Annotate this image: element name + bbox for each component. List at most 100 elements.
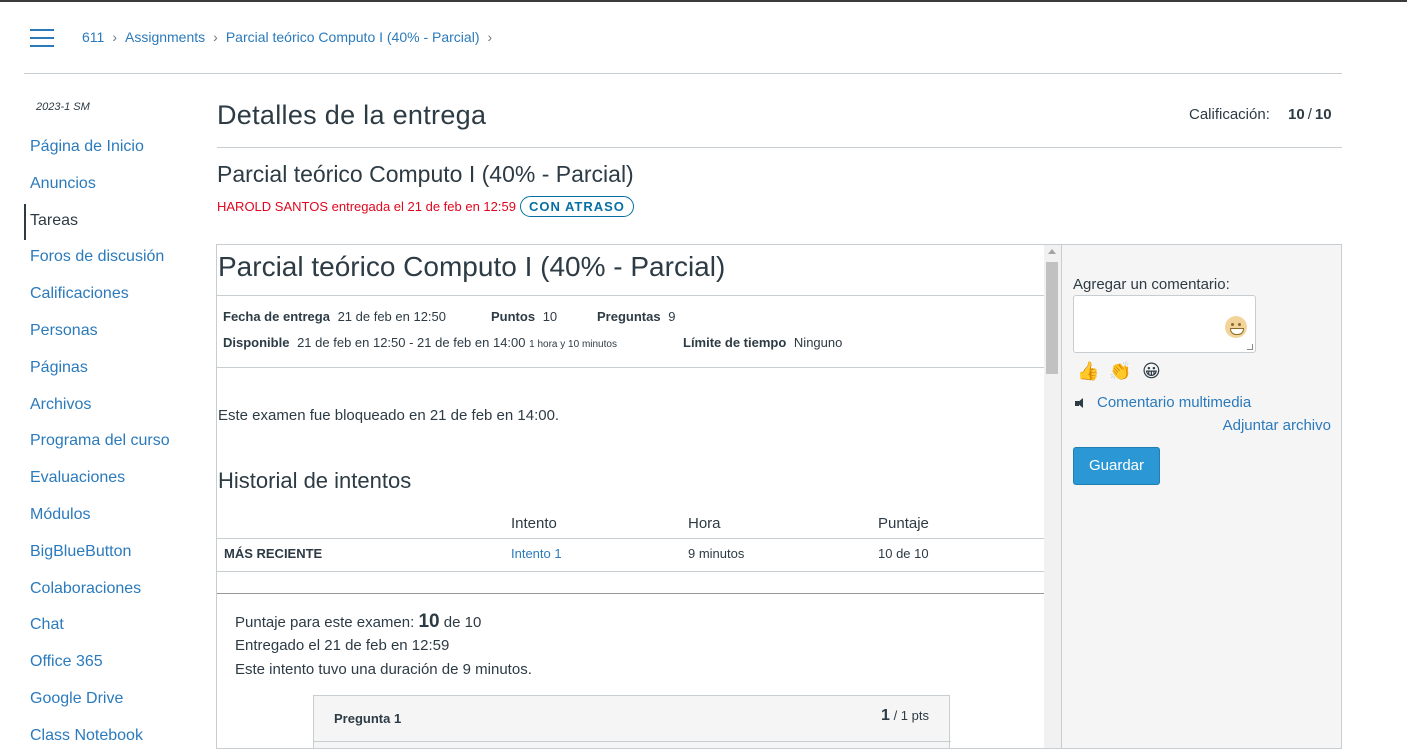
grade-label: Calificación: (1189, 106, 1270, 123)
points-label: Puntos (491, 309, 536, 324)
nav-item-modules[interactable]: Módulos (24, 498, 170, 535)
nav-item-assignments[interactable]: Tareas (24, 203, 170, 241)
time-limit-label: Límite de tiempo (683, 335, 787, 350)
save-button[interactable]: Guardar (1073, 447, 1160, 485)
row-latest-label: MÁS RECIENTE (224, 546, 323, 561)
breadcrumb-assignment[interactable]: Parcial teórico Computo I (40% - Parcial… (226, 29, 480, 45)
nav-item-discussions[interactable]: Foros de discusión (24, 240, 170, 277)
chevron-right-icon: › (112, 29, 117, 45)
chevron-right-icon: › (213, 29, 218, 45)
locked-notice: Este examen fue bloqueado en 21 de feb e… (218, 407, 560, 424)
history-title: Historial de intentos (218, 468, 412, 493)
duration-line: Este intento tuvo una duración de 9 minu… (235, 661, 532, 678)
chevron-right-icon: › (487, 29, 493, 45)
table-divider (217, 571, 1045, 572)
course-nav: Página de Inicio Anuncios Tareas Foros d… (24, 130, 170, 756)
quiz-points: Puntos 10 (491, 309, 557, 324)
emoji-picker-icon[interactable] (1225, 316, 1247, 338)
quiz-frame: Parcial teórico Computo I (40% - Parcial… (216, 244, 1062, 749)
comment-panel: Agregar un comentario: 👍 👏 😀 Comentario … (1061, 244, 1342, 749)
attempt-score: 10 de 10 (878, 546, 929, 561)
scroll-thumb[interactable] (1046, 262, 1058, 374)
nav-item-home[interactable]: Página de Inicio (24, 130, 170, 167)
comment-label: Agregar un comentario: (1073, 276, 1230, 293)
question-points-total: / 1 pts (893, 708, 929, 723)
nav-item-syllabus[interactable]: Programa del curso (24, 424, 170, 461)
question-name: Pregunta 1 (334, 711, 402, 726)
scroll-up-arrow-icon[interactable] (1048, 249, 1056, 254)
nav-item-people[interactable]: Personas (24, 314, 170, 351)
score-value: 10 (418, 611, 440, 632)
comment-textarea[interactable] (1073, 295, 1256, 353)
media-comment-label: Comentario multimedia (1097, 394, 1252, 411)
quiz-meta-row-1: Fecha de entrega 21 de feb en 12:50 (223, 309, 446, 324)
breadcrumb-course[interactable]: 611 (82, 29, 104, 45)
due-value: 21 de feb en 12:50 (337, 309, 446, 324)
breadcrumb: 611 › Assignments › Parcial teórico Comp… (82, 29, 500, 45)
nav-item-collaborations[interactable]: Colaboraciones (24, 572, 170, 609)
time-limit-value: Ninguno (793, 335, 843, 350)
nav-item-google-drive[interactable]: Google Drive (24, 682, 170, 719)
question-card: Pregunta 1 1 / 1 pts (313, 695, 951, 748)
scrollbar[interactable] (1044, 245, 1061, 748)
submitted-line: Entregado el 21 de feb en 12:59 (235, 637, 450, 654)
nav-item-announcements[interactable]: Anuncios (24, 167, 170, 204)
attempt-time: 9 minutos (688, 546, 745, 561)
divider (217, 295, 1045, 296)
score-prefix: Puntaje para este examen: (235, 614, 415, 631)
header-score: Puntaje (878, 515, 929, 532)
quiz-meta-row-2: Disponible 21 de feb en 12:50 - 21 de fe… (223, 335, 617, 350)
quiz-title: Parcial teórico Computo I (40% - Parcial… (218, 251, 726, 282)
table-divider (217, 538, 1045, 539)
speaker-icon (1075, 397, 1085, 408)
grade-value: 10/10 (1288, 106, 1332, 123)
header-time: Hora (688, 515, 721, 532)
submission-status-text: HAROLD SANTOS entregada el 21 de feb en … (217, 199, 516, 214)
question-points: 1 / 1 pts (881, 707, 929, 725)
available-label: Disponible (223, 335, 290, 350)
nav-item-chat[interactable]: Chat (24, 608, 170, 645)
quiz-questions: Preguntas 9 (597, 309, 675, 324)
section-divider (217, 593, 1045, 594)
quiz-time-limit: Límite de tiempo Ninguno (683, 335, 842, 350)
nav-item-class-notebook[interactable]: Class Notebook (24, 719, 170, 756)
clapping-hands-emoji-icon[interactable]: 👏 (1109, 361, 1131, 382)
submission-status: HAROLD SANTOS entregada el 21 de feb en … (217, 196, 634, 217)
nav-item-files[interactable]: Archivos (24, 388, 170, 425)
question-points-earned: 1 (881, 707, 890, 724)
due-label: Fecha de entrega (223, 309, 330, 324)
nav-item-pages[interactable]: Páginas (24, 351, 170, 388)
nav-item-office365[interactable]: Office 365 (24, 645, 170, 682)
hamburger-menu-icon[interactable] (30, 29, 54, 47)
breadcrumb-assignments[interactable]: Assignments (125, 29, 205, 45)
grade-display: Calificación: 10/10 (1189, 106, 1332, 123)
available-value: 21 de feb en 12:50 - 21 de feb en 14:00 (297, 335, 526, 350)
resize-handle-icon[interactable] (1247, 344, 1253, 350)
top-border (0, 0, 1407, 2)
nav-item-grades[interactable]: Calificaciones (24, 277, 170, 314)
media-comment-link[interactable]: Comentario multimedia (1075, 394, 1251, 411)
late-badge: CON ATRASO (519, 196, 634, 217)
points-value: 10 (542, 309, 558, 324)
grinning-face-emoji-icon[interactable]: 😀 (1142, 361, 1161, 382)
title-divider (217, 147, 1342, 148)
page-title: Detalles de la entrega (217, 100, 487, 130)
divider (217, 367, 1045, 368)
questions-value: 9 (668, 309, 676, 324)
nav-item-quizzes[interactable]: Evaluaciones (24, 461, 170, 498)
score-suffix: de 10 (443, 614, 482, 631)
grade-total: 10 (1314, 106, 1332, 123)
attach-file-link[interactable]: Adjuntar archivo (1223, 417, 1331, 434)
header-divider (24, 73, 1342, 74)
thumbs-up-emoji-icon[interactable]: 👍 (1077, 361, 1099, 382)
questions-label: Preguntas (597, 309, 661, 324)
attempt-link[interactable]: Intento 1 (511, 546, 562, 561)
quiz-content: Parcial teórico Computo I (40% - Parcial… (217, 245, 1045, 748)
nav-item-bigbluebutton[interactable]: BigBlueButton (24, 535, 170, 572)
assignment-title: Parcial teórico Computo I (40% - Parcial… (217, 161, 634, 187)
quiz-score-line: Puntaje para este examen: 10 de 10 (235, 611, 481, 633)
grade-score: 10 (1288, 106, 1305, 123)
term-label: 2023-1 SM (36, 101, 90, 113)
header-attempt: Intento (511, 515, 557, 532)
available-duration: 1 hora y 10 minutos (529, 339, 617, 350)
